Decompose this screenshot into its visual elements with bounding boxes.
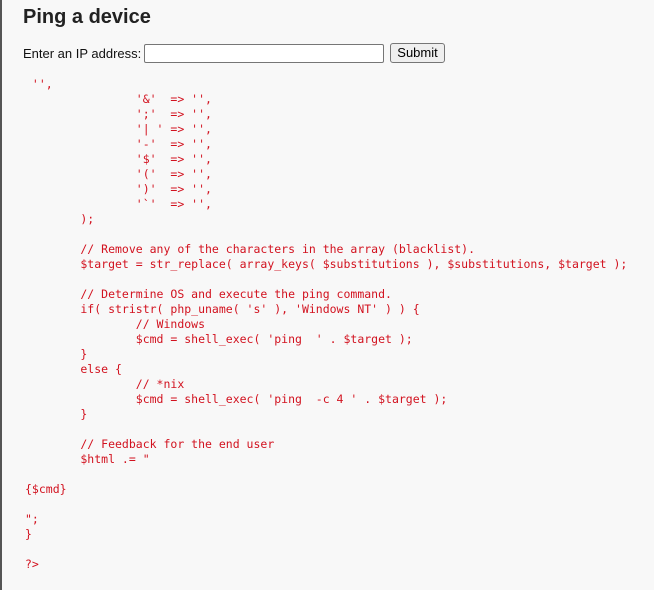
- ip-address-label: Enter an IP address:: [23, 45, 142, 61]
- output-line: ')' => '',: [25, 182, 212, 196]
- output-line: // Remove any of the characters in the a…: [25, 242, 476, 256]
- output-line: }: [25, 407, 88, 421]
- output-line: '`' => '',: [25, 197, 212, 211]
- output-line: $cmd = shell_exec( 'ping -c 4 ' . $targe…: [25, 392, 448, 406]
- ip-address-input[interactable]: [144, 43, 385, 63]
- output-line: $html .= ": [25, 452, 150, 466]
- output-line: '| ' => '',: [25, 122, 212, 136]
- output-line: ";: [25, 512, 39, 526]
- page-title: Ping a device: [23, 6, 151, 28]
- output-line: }: [25, 347, 88, 361]
- output-line: // *nix: [25, 377, 185, 391]
- submit-button[interactable]: Submit: [390, 43, 445, 63]
- output-line: '-' => '',: [25, 137, 212, 151]
- output-line: $target = str_replace( array_keys( $subs…: [25, 257, 628, 271]
- output-line: $cmd = shell_exec( 'ping ' . $target );: [25, 332, 413, 346]
- output-line: }: [25, 527, 32, 541]
- output-line: '',: [25, 77, 53, 91]
- output-line: // Feedback for the end user: [25, 437, 275, 451]
- output-line: '$' => '',: [25, 152, 212, 166]
- output-line: {$cmd}: [25, 482, 67, 496]
- output-line: ';' => '',: [25, 107, 212, 121]
- ping-form: Enter an IP address: Submit: [23, 42, 445, 64]
- output-line: );: [25, 212, 95, 226]
- output-line: ?>: [25, 557, 39, 571]
- page: Ping a device Enter an IP address: Submi…: [0, 0, 654, 590]
- ping-output: '', '&' => '', ';' => '', '| ' => '', '-…: [25, 77, 627, 572]
- output-line: // Windows: [25, 317, 206, 331]
- output-line: else {: [25, 362, 122, 376]
- output-line: // Determine OS and execute the ping com…: [25, 287, 392, 301]
- output-line: '&' => '',: [25, 92, 212, 106]
- output-line: if( stristr( php_uname( 's' ), 'Windows …: [25, 302, 420, 316]
- output-line: '(' => '',: [25, 167, 212, 181]
